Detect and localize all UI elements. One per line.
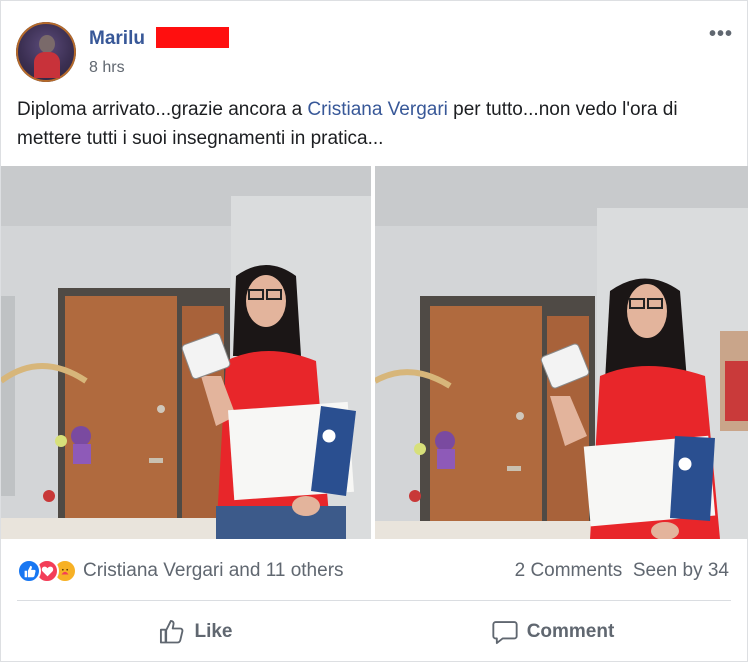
comment-button[interactable]: Comment — [374, 608, 731, 656]
post-card: Marilu 8 hrs ••• Diploma arrivato...graz… — [0, 0, 748, 662]
post-timestamp[interactable]: 8 hrs — [89, 59, 125, 77]
post-text: Diploma arrivato...grazie ancora a Crist… — [17, 95, 737, 153]
author-avatar[interactable] — [16, 22, 76, 82]
redacted-surname — [156, 27, 229, 48]
post-photo-1[interactable] — [1, 166, 371, 539]
comments-count[interactable]: 2 Comments — [515, 560, 623, 581]
post-text-start: Diploma arrivato...grazie ancora a — [17, 99, 308, 120]
comment-bubble-icon — [492, 621, 518, 645]
author-name[interactable]: Marilu — [89, 28, 145, 50]
post-photo-2[interactable] — [375, 166, 748, 539]
post-stats: 2 Comments Seen by 34 — [515, 560, 729, 582]
thumbs-up-icon — [160, 619, 184, 644]
like-button[interactable]: Like — [17, 608, 374, 656]
mention-link[interactable]: Cristiana Vergari — [307, 99, 447, 120]
post-actions: Like Comment — [17, 608, 731, 656]
divider — [17, 600, 731, 601]
reactions-summary[interactable]: Cristiana Vergari and 11 others — [17, 558, 344, 584]
reaction-count-text[interactable]: Cristiana Vergari and 11 others — [83, 560, 344, 582]
more-options-icon[interactable]: ••• — [709, 23, 733, 46]
seen-by-count[interactable]: Seen by 34 — [633, 560, 729, 581]
like-icon — [17, 559, 41, 583]
comment-label: Comment — [526, 621, 615, 642]
like-label: Like — [194, 621, 233, 642]
